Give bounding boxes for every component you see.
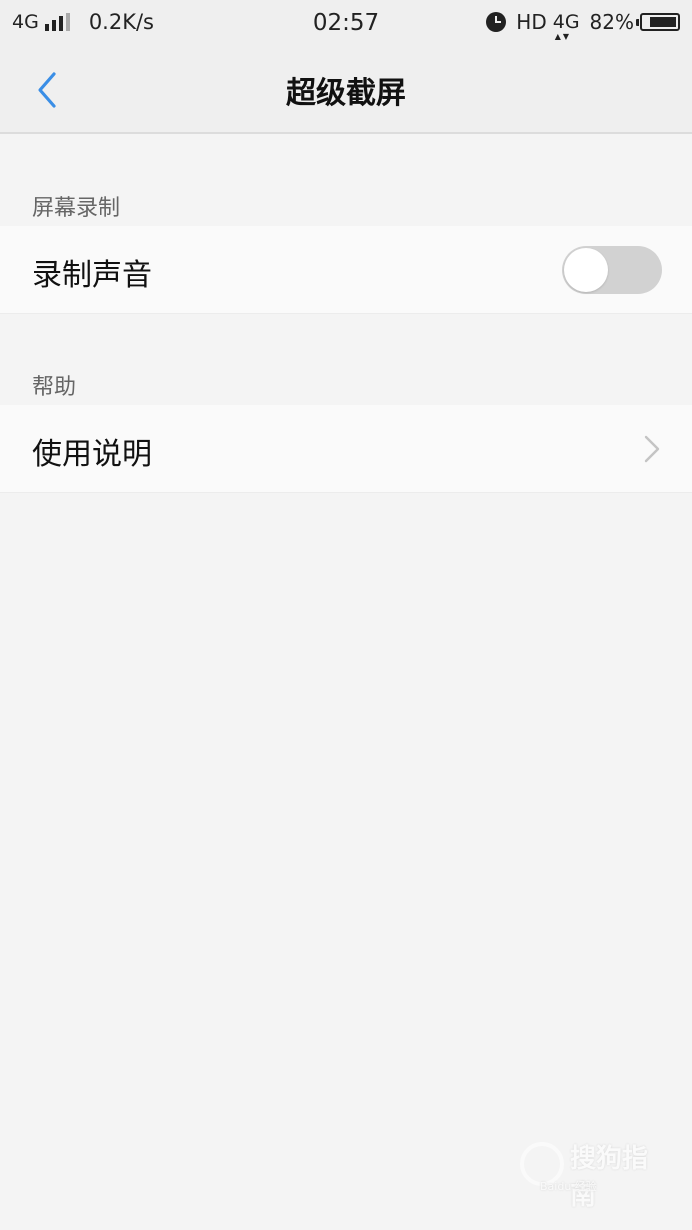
record-sound-label: 录制声音 [32, 258, 152, 293]
instructions-label: 使用说明 [32, 437, 152, 472]
status-right: HD 4G ▲▼ 82% [486, 10, 680, 41]
settings-row-record-sound: 录制声音 [0, 226, 692, 314]
battery-percent: 82% [589, 10, 634, 34]
battery-fill [650, 17, 676, 27]
page-title: 超级截屏 [286, 76, 406, 111]
settings-row-instructions[interactable]: 使用说明 [0, 405, 692, 493]
chevron-right-icon [644, 435, 660, 463]
watermark-logo-text: 搜狗指南 [570, 1144, 649, 1211]
watermark-logo-subtext: Baidu 经验 [540, 1180, 597, 1193]
baidu-jingyan-watermark-logo: 搜狗指南 Baidu 经验 [520, 1132, 670, 1211]
section-header-screen-recording: 屏幕录制 [32, 196, 121, 221]
battery-icon [636, 13, 680, 31]
network-type-right: 4G ▲▼ [552, 11, 580, 41]
hd-label: HD [516, 10, 547, 34]
data-arrows-icon: ▲▼ [554, 32, 572, 41]
record-sound-toggle[interactable] [562, 246, 662, 294]
nav-bar: 超级截屏 [0, 48, 692, 134]
network-type-right-label: 4G [552, 11, 580, 33]
status-bar: 4G 0.2K/s 02:57 HD 4G ▲▼ 82% [0, 0, 692, 48]
alarm-icon [486, 12, 507, 32]
toggle-knob [564, 248, 608, 292]
section-header-help: 帮助 [32, 375, 77, 400]
